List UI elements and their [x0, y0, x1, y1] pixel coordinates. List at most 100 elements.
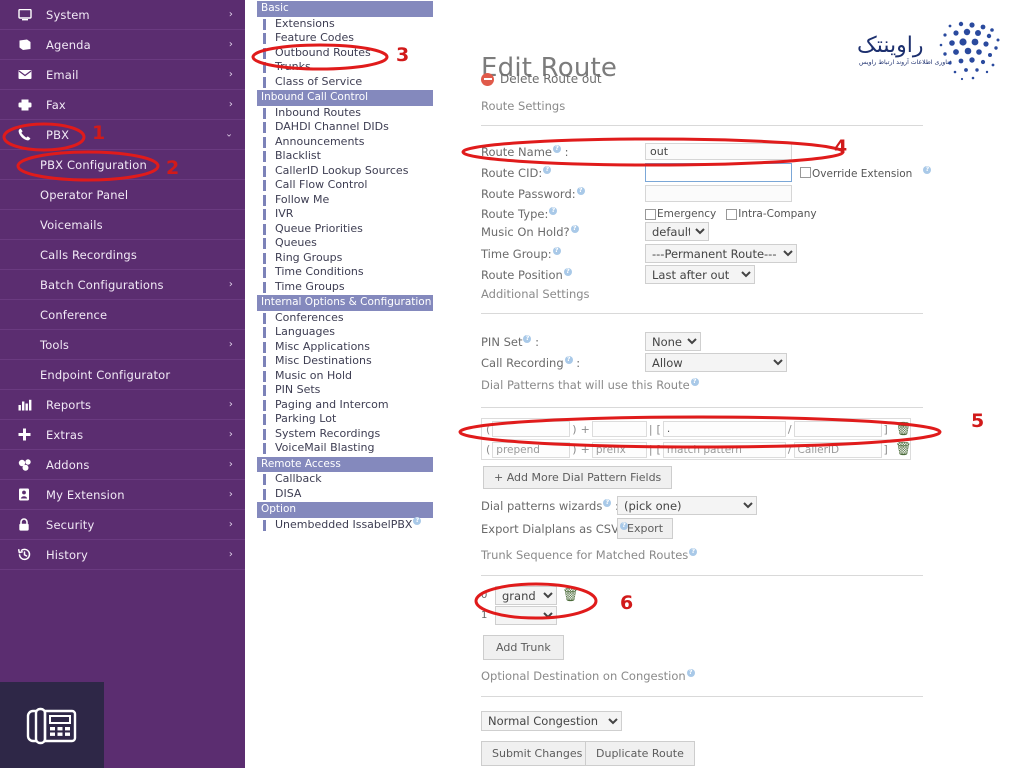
- sidebar-item-system[interactable]: System ›: [0, 0, 245, 30]
- pbx-menu-item-music-on-hold[interactable]: Music on Hold: [257, 369, 433, 384]
- help-icon[interactable]: [552, 245, 561, 255]
- pbx-menu-item-disa[interactable]: DISA: [257, 487, 433, 502]
- pbx-menu-item-system-recordings[interactable]: System Recordings: [257, 427, 433, 442]
- route-position-select[interactable]: Last after out: [645, 265, 755, 284]
- pbx-menu-item-queues[interactable]: Queues: [257, 236, 433, 251]
- sidebar-item-agenda[interactable]: Agenda ›: [0, 30, 245, 60]
- sidebar-item-email[interactable]: Email ›: [0, 60, 245, 90]
- pbx-menu-item-parking-lot[interactable]: Parking Lot: [257, 412, 433, 427]
- pbx-menu-item-queue-priorities[interactable]: Queue Priorities: [257, 222, 433, 237]
- separator: (: [486, 422, 491, 436]
- call-recording-select[interactable]: Allow: [645, 353, 787, 372]
- help-icon[interactable]: [619, 520, 628, 530]
- dial-prepend-input[interactable]: [492, 421, 571, 437]
- dial-callerid-input[interactable]: [793, 421, 882, 437]
- pbx-menu-item-announcements[interactable]: Announcements: [257, 135, 433, 150]
- help-icon[interactable]: [570, 223, 579, 233]
- pbx-menu-item-time-conditions[interactable]: Time Conditions: [257, 265, 433, 280]
- time-group-select[interactable]: ---Permanent Route---: [645, 244, 797, 263]
- intra-company-checkbox[interactable]: [726, 208, 738, 220]
- help-icon[interactable]: [543, 164, 552, 174]
- sidebar-item-extras[interactable]: Extras ›: [0, 420, 245, 450]
- trunk-select[interactable]: grand: [495, 586, 557, 605]
- pbx-menu-item-call-flow-control[interactable]: Call Flow Control: [257, 178, 433, 193]
- route-name-input[interactable]: [645, 143, 792, 160]
- help-icon[interactable]: [689, 546, 698, 556]
- sidebar-item-history[interactable]: History ›: [0, 540, 245, 570]
- pbx-menu-item-ivr[interactable]: IVR: [257, 207, 433, 222]
- optional-destination-heading: Optional Destination on Congestion: [481, 667, 695, 683]
- pbx-menu-item-blacklist[interactable]: Blacklist: [257, 149, 433, 164]
- pbx-menu-item-class-of-service[interactable]: Class of Service: [257, 75, 433, 90]
- pbx-menu-item-extensions[interactable]: Extensions: [257, 17, 433, 32]
- pbx-menu-item-time-groups[interactable]: Time Groups: [257, 280, 433, 295]
- pbx-menu-item-misc-applications[interactable]: Misc Applications: [257, 340, 433, 355]
- dial-prepend-input[interactable]: [492, 441, 571, 458]
- sidebar-item-fax[interactable]: Fax ›: [0, 90, 245, 120]
- dial-match-input[interactable]: [662, 421, 786, 437]
- pbx-menu-item-unembedded-issabelpbx[interactable]: Unembedded IssabelPBX: [257, 515, 433, 533]
- pbx-menu-item-pin-sets[interactable]: PIN Sets: [257, 383, 433, 398]
- route-password-input[interactable]: [645, 185, 792, 202]
- help-icon[interactable]: [576, 185, 585, 195]
- pbx-menu-item-voicemail-blasting[interactable]: VoiceMail Blasting: [257, 441, 433, 456]
- pbx-menu-item-follow-me[interactable]: Follow Me: [257, 193, 433, 208]
- emergency-checkbox[interactable]: [645, 208, 656, 220]
- help-icon[interactable]: [686, 667, 695, 677]
- duplicate-route-button[interactable]: Duplicate Route: [585, 741, 695, 766]
- pbx-menu-item-callback[interactable]: Callback: [257, 472, 433, 487]
- pbx-menu-item-languages[interactable]: Languages: [257, 325, 433, 340]
- sidebar-item-conference[interactable]: Conference: [0, 300, 245, 330]
- congestion-select[interactable]: Normal Congestion: [481, 711, 622, 731]
- contact-icon: [18, 488, 38, 502]
- music-on-hold-select[interactable]: default: [645, 222, 709, 241]
- sidebar-item-reports[interactable]: Reports ›: [0, 390, 245, 420]
- help-icon[interactable]: [523, 333, 532, 343]
- sidebar-item-pbx-configuration[interactable]: PBX Configuration: [0, 150, 245, 180]
- sidebar-item-endpoint-configurator[interactable]: Endpoint Configurator: [0, 360, 245, 390]
- pbx-menu-item-dahdi-channel-dids[interactable]: DAHDI Channel DIDs: [257, 120, 433, 135]
- pbx-menu-item-inbound-routes[interactable]: Inbound Routes: [257, 106, 433, 121]
- dial-prefix-input[interactable]: [591, 421, 647, 437]
- route-cid-input[interactable]: [645, 163, 792, 182]
- pbx-menu-item-misc-destinations[interactable]: Misc Destinations: [257, 354, 433, 369]
- sidebar-item-my-extension[interactable]: My Extension ›: [0, 480, 245, 510]
- dial-match-input[interactable]: [662, 441, 786, 458]
- delete-route-link[interactable]: Delete Route out: [481, 72, 602, 86]
- help-icon[interactable]: [923, 164, 932, 174]
- sidebar-item-calls-recordings[interactable]: Calls Recordings: [0, 240, 245, 270]
- sidebar-item-addons[interactable]: Addons ›: [0, 450, 245, 480]
- chevron-right-icon: ›: [228, 518, 233, 530]
- help-icon[interactable]: [603, 497, 612, 507]
- add-dial-pattern-button[interactable]: + Add More Dial Pattern Fields: [483, 466, 673, 489]
- trash-icon[interactable]: 🗑: [895, 423, 912, 436]
- help-icon[interactable]: [552, 143, 561, 153]
- dial-wizards-select[interactable]: (pick one): [617, 496, 757, 515]
- override-extension-checkbox-wrap[interactable]: Override Extension: [800, 164, 932, 180]
- add-trunk-button[interactable]: Add Trunk: [483, 635, 564, 660]
- trash-icon[interactable]: 🗑: [895, 443, 912, 456]
- pbx-menu-item-paging-and-intercom[interactable]: Paging and Intercom: [257, 398, 433, 413]
- dial-callerid-input[interactable]: [793, 441, 882, 458]
- pbx-menu-item-callerid-lookup-sources[interactable]: CallerID Lookup Sources: [257, 164, 433, 179]
- sidebar-item-voicemails[interactable]: Voicemails: [0, 210, 245, 240]
- help-icon[interactable]: [549, 205, 558, 215]
- sidebar-item-batch-configurations[interactable]: Batch Configurations ›: [0, 270, 245, 300]
- sidebar-item-operator-panel[interactable]: Operator Panel: [0, 180, 245, 210]
- help-icon[interactable]: [690, 376, 699, 386]
- trunk-select[interactable]: [495, 606, 557, 625]
- pbx-menu-item-ring-groups[interactable]: Ring Groups: [257, 251, 433, 266]
- sidebar-item-tools[interactable]: Tools ›: [0, 330, 245, 360]
- pbx-menu-item-conferences[interactable]: Conferences: [257, 311, 433, 326]
- sidebar-item-security[interactable]: Security ›: [0, 510, 245, 540]
- submit-changes-button[interactable]: Submit Changes: [481, 741, 594, 766]
- help-icon[interactable]: [563, 266, 572, 276]
- help-icon[interactable]: [413, 515, 422, 525]
- separator: [: [656, 443, 661, 456]
- override-extension-checkbox[interactable]: [800, 166, 811, 178]
- dial-prefix-input[interactable]: [591, 441, 647, 458]
- help-icon[interactable]: [564, 354, 573, 364]
- sidebar-item-pbx[interactable]: PBX ⌄: [0, 120, 245, 150]
- trash-icon[interactable]: 🗑: [562, 589, 579, 602]
- pin-set-select[interactable]: None: [645, 332, 701, 351]
